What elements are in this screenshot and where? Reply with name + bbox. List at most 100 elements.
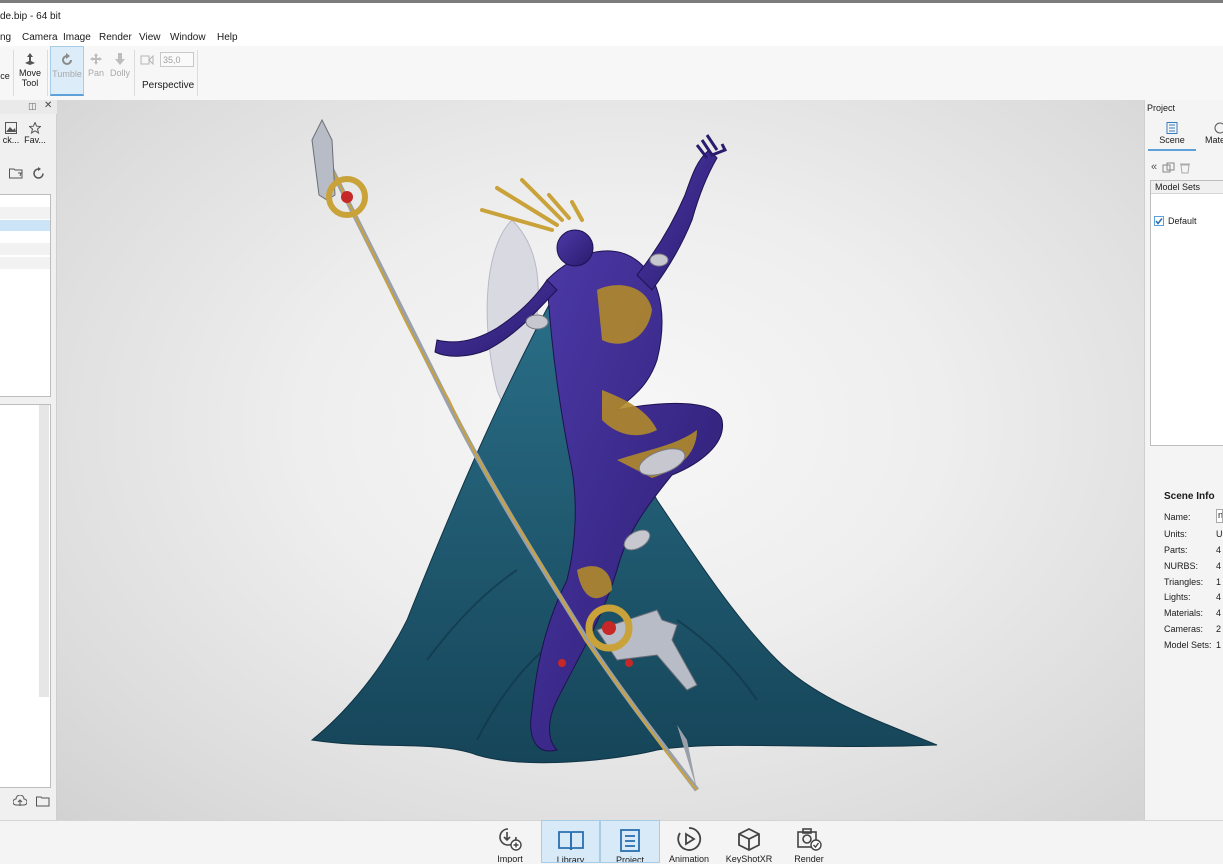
- project-label: Project: [615, 855, 644, 863]
- menu-view[interactable]: View: [139, 32, 161, 43]
- menu-window[interactable]: Window: [170, 32, 206, 43]
- image-icon: [5, 122, 17, 134]
- menu-image[interactable]: Image: [63, 32, 91, 43]
- scrollbar[interactable]: [39, 405, 49, 697]
- import-icon: [499, 828, 522, 851]
- scene-info-parts-value: 4: [1216, 545, 1222, 555]
- move-tool-label: Move Tool: [18, 68, 41, 88]
- ribbon-toolbar: ce Move Tool Tumble Pan Dolly 35,0 Persp…: [0, 46, 1223, 101]
- tumble-label: Tumble: [52, 69, 82, 79]
- scene-info-units-label: Units:: [1164, 529, 1188, 539]
- perspective-dropdown[interactable]: Perspective: [142, 80, 194, 91]
- import-label: Import: [497, 854, 523, 863]
- model-set-default-checkbox[interactable]: [1154, 216, 1164, 229]
- render-viewport[interactable]: [57, 100, 1144, 820]
- scene-info-materials-label: Materials:: [1164, 608, 1204, 618]
- menu-camera[interactable]: Camera: [22, 32, 58, 43]
- scene-info-triangles-value: 1: [1216, 577, 1222, 587]
- render-button[interactable]: Render: [780, 820, 838, 863]
- pan-button[interactable]: Pan: [86, 52, 106, 78]
- scene-info-lights-label: Lights:: [1164, 592, 1191, 602]
- move-tool-button[interactable]: Move Tool: [16, 52, 44, 88]
- ribbon-divider: [197, 50, 198, 96]
- tumble-button[interactable]: Tumble: [50, 46, 84, 96]
- title-bar: de.bip - 64 bit: [0, 0, 1223, 30]
- library-folder-tree[interactable]: [0, 194, 51, 397]
- scene-info-title: Scene Info: [1164, 491, 1215, 502]
- fov-field[interactable]: 35,0: [160, 52, 194, 67]
- scene-name-field[interactable]: n: [1216, 509, 1223, 523]
- close-icon[interactable]: ✕: [44, 100, 52, 111]
- window-title: de.bip - 64 bit: [0, 11, 61, 22]
- model-sets-header: Model Sets: [1151, 181, 1223, 194]
- list-item[interactable]: [0, 243, 50, 255]
- library-button[interactable]: Library: [541, 820, 600, 863]
- list-item-selected[interactable]: [0, 220, 50, 231]
- sorceress-3d-model: [310, 118, 938, 792]
- animation-button[interactable]: Animation: [660, 820, 718, 863]
- ribbon-divider: [13, 50, 14, 96]
- float-icon[interactable]: ◫: [28, 101, 37, 112]
- tab-favorites[interactable]: Fav...: [22, 120, 48, 150]
- pan-label: Pan: [87, 68, 104, 78]
- tab-materials-label: Mate: [1205, 135, 1223, 145]
- scene-info-cameras-label: Cameras:: [1164, 624, 1204, 634]
- ribbon-divider: [47, 50, 48, 96]
- import-button[interactable]: Import: [481, 820, 539, 863]
- animation-label: Animation: [668, 854, 710, 863]
- model-sets-list[interactable]: Model Sets Default: [1150, 180, 1223, 446]
- list-item[interactable]: [0, 257, 50, 269]
- tab-scene[interactable]: Scene: [1148, 120, 1196, 151]
- pan-icon: [90, 53, 102, 65]
- upload-icon[interactable]: [12, 794, 28, 810]
- render-label: Render: [794, 854, 824, 863]
- scene-info-model-sets-value: 1: [1216, 640, 1222, 650]
- scene-info-units-value: U: [1216, 529, 1223, 539]
- dolly-icon: [115, 53, 125, 65]
- project-icon: [620, 829, 640, 852]
- menu-help[interactable]: Help: [217, 32, 238, 43]
- library-label: Library: [556, 855, 585, 863]
- render-icon: [797, 828, 822, 851]
- menu-lighting[interactable]: ng: [0, 32, 11, 43]
- project-button[interactable]: Project: [600, 820, 660, 863]
- duplicate-icon[interactable]: [1162, 162, 1176, 177]
- scene-info-parts-label: Parts:: [1164, 545, 1188, 555]
- collapse-icon[interactable]: «: [1151, 161, 1157, 173]
- tumble-icon: [62, 53, 72, 65]
- scene-info-nurbs-value: 4: [1216, 561, 1222, 571]
- library-panel-header: ◫ ✕: [0, 100, 57, 114]
- delete-icon[interactable]: [1179, 162, 1191, 177]
- keyshotxr-button[interactable]: KeyShotXR: [720, 820, 778, 863]
- refresh-icon[interactable]: [32, 167, 45, 183]
- model-set-default-label[interactable]: Default: [1168, 216, 1197, 226]
- library-icon: [557, 831, 584, 851]
- dolly-button[interactable]: Dolly: [109, 52, 131, 78]
- keyshotxr-icon: [738, 827, 760, 852]
- perspective-label: Perspective: [142, 80, 195, 91]
- menu-bar: ng Camera Image Render View Window Help: [0, 30, 1223, 47]
- menu-render[interactable]: Render: [99, 32, 132, 43]
- scene-info-nurbs-label: NURBS:: [1164, 561, 1199, 571]
- open-folder-icon[interactable]: [36, 795, 50, 810]
- library-thumbnails[interactable]: [0, 404, 51, 788]
- tab-materials[interactable]: Mate: [1200, 120, 1223, 151]
- project-panel-header: Project: [1147, 103, 1176, 113]
- model-sets-header-label: Model Sets: [1155, 182, 1201, 192]
- list-item[interactable]: [0, 207, 50, 219]
- fov-value: 35,0: [163, 55, 181, 65]
- scene-name-value: n: [1218, 510, 1223, 520]
- folder-icon[interactable]: [9, 167, 23, 182]
- scene-info-triangles-label: Triangles:: [1164, 577, 1204, 587]
- ce-button[interactable]: ce: [0, 71, 10, 81]
- star-icon: [29, 122, 41, 134]
- scene-info-name-label: Name:: [1164, 512, 1191, 522]
- ce-label: ce: [0, 71, 10, 81]
- scene-info-materials-value: 4: [1216, 608, 1222, 618]
- scene-tree-icon: [1166, 122, 1178, 134]
- ribbon-divider: [134, 50, 135, 96]
- fov-icon: [140, 54, 154, 69]
- tab-backplates[interactable]: ck...: [0, 120, 22, 150]
- scene-info-cameras-value: 2: [1216, 624, 1222, 634]
- tab-scene-label: Scene: [1159, 135, 1185, 145]
